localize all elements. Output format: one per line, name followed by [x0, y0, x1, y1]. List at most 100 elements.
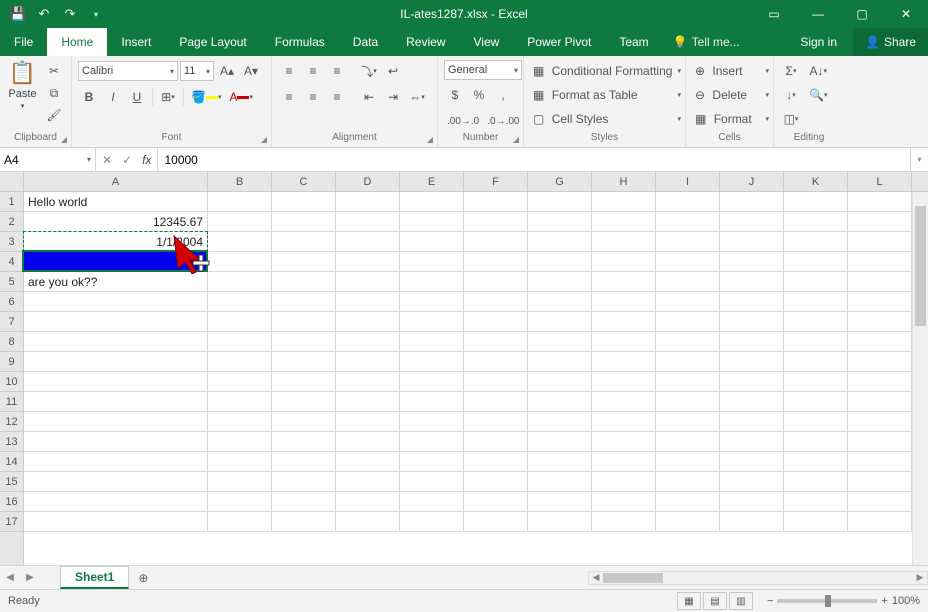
row-header-17[interactable]: 17 [0, 512, 23, 532]
cell[interactable] [592, 432, 656, 452]
cell[interactable] [400, 372, 464, 392]
cells-area[interactable]: Hello world 12345.67 1/1/2004 are you ok… [24, 192, 928, 565]
cell-J3[interactable] [720, 232, 784, 252]
decrease-font-button[interactable]: A▾ [240, 60, 262, 82]
enter-formula-icon[interactable]: ✓ [122, 153, 132, 167]
tab-power-pivot[interactable]: Power Pivot [513, 28, 605, 56]
cell[interactable] [400, 512, 464, 532]
cell[interactable] [336, 372, 400, 392]
cell[interactable] [720, 332, 784, 352]
cell[interactable] [272, 292, 336, 312]
column-header-E[interactable]: E [400, 172, 464, 191]
cell[interactable] [848, 412, 912, 432]
launcher-icon[interactable]: ◢ [261, 135, 267, 144]
percent-format-button[interactable]: % [468, 84, 490, 106]
cell[interactable] [592, 472, 656, 492]
name-box[interactable]: ▾ [0, 148, 96, 171]
cell[interactable] [592, 292, 656, 312]
cell[interactable] [656, 312, 720, 332]
row-header-9[interactable]: 9 [0, 352, 23, 372]
cell-I5[interactable] [656, 272, 720, 292]
cell-E3[interactable] [400, 232, 464, 252]
cell[interactable] [592, 452, 656, 472]
cell[interactable] [848, 492, 912, 512]
accounting-format-button[interactable]: $ [444, 84, 466, 106]
cell[interactable] [400, 352, 464, 372]
tab-insert[interactable]: Insert [107, 28, 165, 56]
cell-A12[interactable] [24, 412, 208, 432]
row-header-7[interactable]: 7 [0, 312, 23, 332]
row-header-10[interactable]: 10 [0, 372, 23, 392]
cell-E4[interactable] [400, 252, 464, 272]
tab-view[interactable]: View [460, 28, 514, 56]
undo-icon[interactable]: ↶ [34, 4, 54, 24]
cell[interactable] [784, 412, 848, 432]
cell-F4[interactable] [464, 252, 528, 272]
format-cells-button[interactable]: ▦ Format▾ [692, 108, 772, 130]
tab-review[interactable]: Review [392, 28, 459, 56]
cell-I3[interactable] [656, 232, 720, 252]
column-header-D[interactable]: D [336, 172, 400, 191]
cell[interactable] [656, 432, 720, 452]
cell-C1[interactable] [272, 192, 336, 212]
cell-A17[interactable] [24, 512, 208, 532]
cell-A6[interactable] [24, 292, 208, 312]
cell[interactable] [208, 332, 272, 352]
cell[interactable] [336, 412, 400, 432]
align-bottom-button[interactable]: ≡ [326, 60, 348, 82]
bold-button[interactable]: B [78, 86, 100, 108]
formula-input[interactable] [164, 153, 904, 167]
orientation-button[interactable]: ⤵▾ [358, 60, 380, 82]
cell[interactable] [528, 372, 592, 392]
cell[interactable] [720, 352, 784, 372]
paste-button[interactable]: 📋 Paste ▾ [6, 60, 39, 110]
cell[interactable] [464, 512, 528, 532]
column-header-A[interactable]: A [24, 172, 208, 191]
decrease-indent-button[interactable]: ⇤ [358, 86, 380, 108]
font-size-combo[interactable]: 11▾ [180, 61, 214, 81]
cell-A5[interactable]: are you ok?? [24, 272, 208, 292]
cell[interactable] [720, 452, 784, 472]
increase-decimal-button[interactable]: .00→.0 [444, 110, 482, 132]
increase-font-button[interactable]: A▴ [216, 60, 238, 82]
cell[interactable] [784, 392, 848, 412]
sheet-nav-next[interactable]: ▶ [20, 572, 40, 583]
cell[interactable] [208, 312, 272, 332]
cell[interactable] [400, 492, 464, 512]
format-as-table-button[interactable]: ▦ Format as Table▾ [530, 84, 684, 106]
cell[interactable] [208, 292, 272, 312]
cell[interactable] [720, 512, 784, 532]
zoom-level[interactable]: 100% [892, 595, 920, 607]
cell[interactable] [528, 412, 592, 432]
cell[interactable] [784, 432, 848, 452]
column-header-C[interactable]: C [272, 172, 336, 191]
fill-button[interactable]: ↓▾ [780, 84, 802, 106]
cell[interactable] [336, 512, 400, 532]
zoom-slider-knob[interactable] [825, 595, 831, 607]
tab-page-layout[interactable]: Page Layout [165, 28, 260, 56]
copy-button[interactable]: ⧉ [43, 82, 65, 104]
cell[interactable] [400, 472, 464, 492]
cell-F5[interactable] [464, 272, 528, 292]
cell-L2[interactable] [848, 212, 912, 232]
cell[interactable] [720, 292, 784, 312]
cell[interactable] [720, 432, 784, 452]
scrollbar-thumb[interactable] [915, 206, 926, 326]
cell-J1[interactable] [720, 192, 784, 212]
cell[interactable] [528, 312, 592, 332]
launcher-icon[interactable]: ◢ [513, 135, 519, 144]
cell[interactable] [720, 412, 784, 432]
cell[interactable] [784, 312, 848, 332]
fx-icon[interactable]: fx [142, 153, 151, 167]
cell-F2[interactable] [464, 212, 528, 232]
ribbon-options-icon[interactable]: ▭ [752, 0, 796, 28]
row-header-1[interactable]: 1 [0, 192, 23, 212]
tab-team[interactable]: Team [605, 28, 662, 56]
cell[interactable] [656, 292, 720, 312]
cell[interactable] [848, 292, 912, 312]
row-header-15[interactable]: 15 [0, 472, 23, 492]
cell-E2[interactable] [400, 212, 464, 232]
cell-I4[interactable] [656, 252, 720, 272]
cell[interactable] [272, 432, 336, 452]
cell-H1[interactable] [592, 192, 656, 212]
